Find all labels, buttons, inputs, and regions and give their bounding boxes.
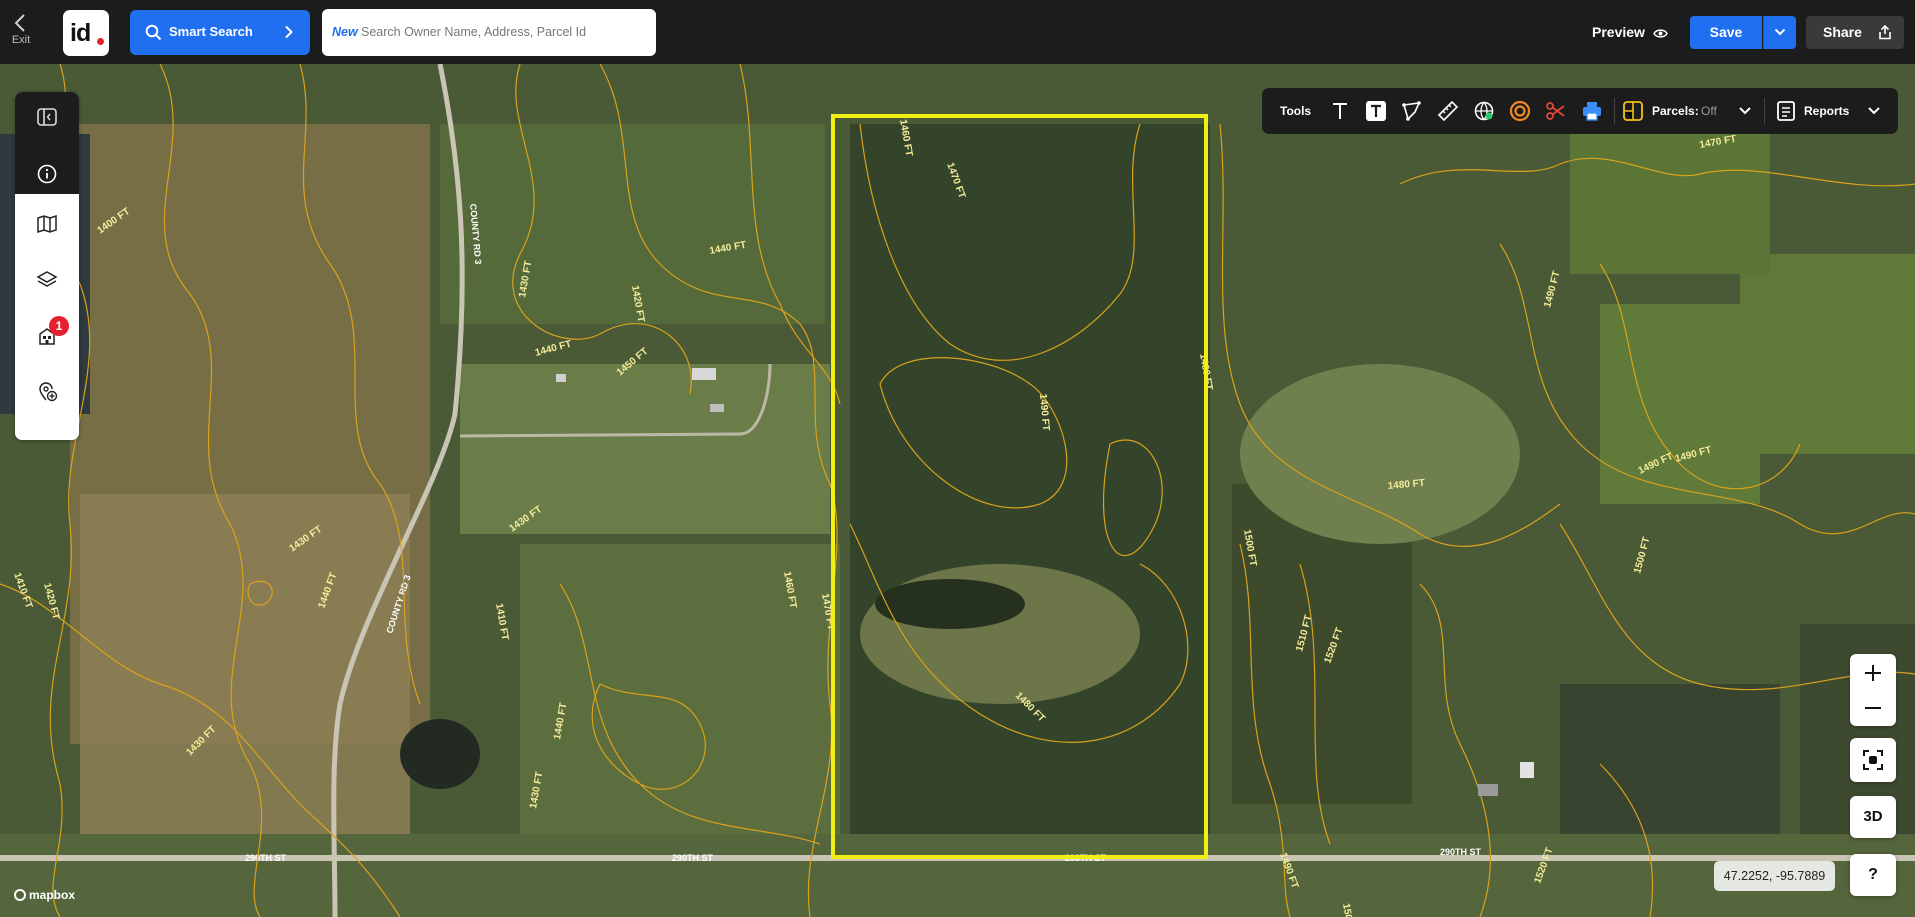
mapbox-logo-icon <box>14 889 26 901</box>
map-canvas[interactable]: COUNTY RD 3 COUNTY RD 3 290TH ST 290TH S… <box>0 64 1915 917</box>
road-label: 290TH ST <box>1440 847 1482 857</box>
zoom-in-button[interactable] <box>1850 654 1896 690</box>
chevron-down-icon <box>1739 107 1751 115</box>
search-new-tag: New <box>332 25 358 39</box>
print-tool-button[interactable] <box>1580 99 1604 123</box>
search-icon <box>145 24 162 41</box>
minus-icon <box>1865 707 1881 709</box>
print-icon <box>1583 102 1601 121</box>
globe-icon <box>1474 101 1494 121</box>
app-logo[interactable]: id <box>63 10 109 56</box>
share-button[interactable]: Share <box>1806 16 1904 49</box>
exit-label: Exit <box>11 34 31 46</box>
share-icon <box>1879 25 1891 40</box>
panel-toggle-icon <box>37 108 57 126</box>
notification-badge: 1 <box>49 316 69 336</box>
map-button[interactable] <box>15 196 79 252</box>
save-dropdown-button[interactable] <box>1763 16 1796 49</box>
scissors-icon <box>1546 102 1565 120</box>
info-button[interactable] <box>15 146 79 202</box>
preview-button[interactable]: Preview <box>1592 24 1668 40</box>
search-input[interactable] <box>361 21 646 43</box>
globe-tool-button[interactable] <box>1472 99 1496 123</box>
chevron-down-icon <box>1868 107 1880 115</box>
preview-label: Preview <box>1592 24 1645 40</box>
text-tool-button[interactable] <box>1328 99 1352 123</box>
polygon-tool-button[interactable] <box>1400 99 1424 123</box>
parcels-label: Parcels: <box>1652 104 1699 118</box>
buildings-button[interactable]: 1 <box>15 308 79 364</box>
text-icon <box>1333 103 1347 119</box>
smart-search-button[interactable]: Smart Search <box>130 10 310 55</box>
eye-icon <box>1653 29 1668 38</box>
radius-tool-button[interactable] <box>1508 99 1532 123</box>
map-icon <box>37 214 57 234</box>
tools-bar: Tools Parcels: Off Reports <box>1262 88 1898 134</box>
road-label: 290TH ST <box>245 853 287 863</box>
ruler-tool-button[interactable] <box>1436 99 1460 123</box>
left-toolbar: 1 <box>15 92 79 440</box>
fit-bounds-button[interactable] <box>1850 738 1896 782</box>
parcels-icon <box>1623 101 1643 121</box>
satellite-map[interactable]: COUNTY RD 3 COUNTY RD 3 290TH ST 290TH S… <box>0 64 1915 917</box>
smart-search-label: Smart Search <box>169 24 253 39</box>
add-location-button[interactable] <box>15 364 79 420</box>
chevron-left-icon <box>14 14 25 32</box>
toolbar-divider <box>1764 98 1765 124</box>
zoom-control <box>1850 654 1896 726</box>
info-icon <box>37 164 57 184</box>
add-location-icon <box>39 382 58 402</box>
share-label: Share <box>1823 24 1862 40</box>
layers-icon <box>36 271 58 287</box>
panel-toggle-button[interactable] <box>15 89 79 145</box>
layers-button[interactable] <box>15 252 79 308</box>
ruler-icon <box>1437 100 1459 122</box>
text-box-icon <box>1366 101 1386 121</box>
toolbar-divider <box>1614 98 1615 124</box>
plus-icon <box>1865 665 1881 681</box>
text-box-tool-button[interactable] <box>1364 99 1388 123</box>
exit-button[interactable]: Exit <box>6 12 36 54</box>
road-label: 290TH ST <box>672 853 714 863</box>
radius-icon <box>1509 100 1531 122</box>
3d-toggle-button[interactable]: 3D <box>1850 796 1896 838</box>
polygon-icon <box>1402 101 1421 121</box>
chevron-right-icon <box>285 25 293 39</box>
logo-text: id <box>70 19 91 47</box>
logo-dot <box>97 38 104 45</box>
chevron-down-icon <box>1774 28 1786 36</box>
mapbox-attribution[interactable]: mapbox <box>14 888 75 902</box>
help-button[interactable]: ? <box>1850 854 1896 896</box>
save-button[interactable]: Save <box>1690 16 1762 49</box>
scissors-tool-button[interactable] <box>1544 99 1568 123</box>
reports-label: Reports <box>1804 104 1850 118</box>
top-bar: Exit id Smart Search New Preview Save Sh… <box>0 0 1915 64</box>
search-box: New <box>322 9 656 56</box>
zoom-out-button[interactable] <box>1850 690 1896 726</box>
parcels-value: Off <box>1701 104 1717 118</box>
reports-icon <box>1777 101 1795 121</box>
focus-icon <box>1863 750 1883 770</box>
tools-label: Tools <box>1280 104 1312 118</box>
coordinates-readout: 47.2252, -95.7889 <box>1714 861 1835 891</box>
mapbox-label: mapbox <box>29 888 76 902</box>
